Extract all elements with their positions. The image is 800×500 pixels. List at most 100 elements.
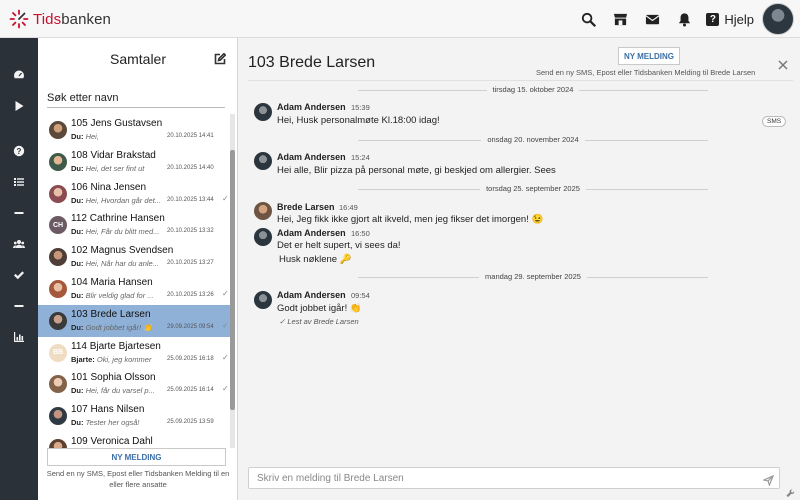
snippet-text: Hei, får du varsel p... [85, 386, 155, 396]
conversation-item[interactable]: 106 Nina Jensen Du: Hei, Hvordan går det.… [38, 178, 230, 210]
avatar: CH [49, 216, 67, 235]
conversation-name: 105 Jens Gustavsen [71, 118, 163, 129]
close-icon[interactable] [778, 57, 788, 70]
avatar [254, 291, 272, 309]
conversation-item[interactable]: 108 Vidar Brakstad Du: Hei, det ser fint … [38, 146, 230, 178]
edit-icon[interactable] [214, 52, 227, 65]
conversation-snippet: Du: Hei, Når har du anle... [71, 259, 161, 268]
snippet-sender: Du: [71, 259, 84, 269]
snippet-sender: Du: [71, 386, 84, 396]
conversation-snippet: Du: Tester her også! [71, 418, 161, 427]
logo-text-part-2: banken [61, 10, 111, 28]
search-icon[interactable] [572, 3, 604, 35]
date-separator: mandag 29. september 2025 [358, 272, 708, 282]
avatar [254, 103, 272, 121]
tidsbanken-logo[interactable]: Tidsbanken [9, 9, 111, 29]
conversation-item[interactable]: 103 Brede Larsen Du: Godt jobbet igår! 👏 2… [38, 304, 230, 337]
snippet-sender: Du: [71, 322, 84, 332]
conversation-date: 25.09.2025 13:59 [167, 419, 214, 426]
conversation-name: 108 Vidar Brakstad [71, 149, 156, 161]
read-check-icon: ✓ [222, 320, 229, 330]
message-composer [248, 467, 780, 489]
conversation-item[interactable]: 102 Magnus Svendsen Du: Hei, Når har du a… [38, 241, 230, 273]
snippet-sender: Du: [71, 227, 84, 237]
date-label: mandag 29. september 2025 [479, 272, 587, 281]
check-icon[interactable] [0, 263, 38, 287]
conversation-item[interactable]: BB 114 Bjarte Bjartesen Bjarte: Oki, jeg k… [38, 337, 230, 369]
avatar [49, 407, 67, 426]
message-text: Hei alle, Blir pizza på personal møte, g… [277, 165, 556, 176]
conversation-item[interactable]: 101 Sophia Olsson Du: Hei, får du varsel … [38, 368, 230, 400]
search-input[interactable] [47, 88, 225, 108]
help-label: Hjelp [724, 11, 754, 27]
conversation-item[interactable]: 107 Hans Nilsen Du: Tester her også! 25.09… [38, 400, 230, 432]
avatar [49, 311, 67, 330]
new-message-hint: Send en ny SMS, Epost eller Tidsbanken M… [46, 469, 230, 489]
minus-icon-2[interactable] [0, 294, 38, 318]
avatar [254, 152, 272, 170]
conversation-date: 20.10.2025 14:40 [167, 164, 214, 171]
conversations-panel: Samtaler 105 Jens Gustavsen Du: Hei, 20.10… [38, 38, 238, 500]
conversation-snippet: Du: Hei, får du varsel p... [71, 386, 161, 395]
snippet-text: Hei, Når har du anle... [85, 259, 159, 269]
message-text: Hei, Husk personalmøte Kl.18:00 idag! [277, 115, 440, 126]
minus-icon[interactable] [0, 201, 38, 225]
conversation-item[interactable]: 105 Jens Gustavsen Du: Hei, 20.10.2025 14:… [38, 114, 230, 146]
question-icon[interactable]: ? [0, 139, 38, 163]
conversation-snippet: Du: Hei, [71, 132, 161, 141]
logo-text-part-1: Tids [33, 10, 62, 28]
chat-panel: 103 Brede Larsen NY MELDING Send en ny S… [238, 38, 800, 500]
message-time: 09:54 [351, 291, 370, 300]
list-icon[interactable] [0, 170, 38, 194]
help-icon: ? [706, 12, 720, 26]
conversation-item[interactable]: 109 Veronica Dahl [38, 432, 230, 448]
message-input[interactable] [257, 471, 737, 485]
message-author: Adam Andersen [277, 228, 346, 238]
conversation-name: 101 Sophia Olsson [71, 372, 156, 384]
message-time: 15:39 [351, 103, 370, 112]
new-message-button[interactable]: NY MELDING [47, 448, 226, 466]
avatar [254, 202, 272, 220]
scrollbar[interactable] [230, 114, 235, 448]
bar-chart-icon[interactable] [0, 325, 38, 349]
snippet-sender: Du: [71, 132, 84, 141]
conversation-snippet: Du: Godt jobbet igår! 👏 [71, 323, 161, 332]
conversation-name: 102 Magnus Svendsen [71, 245, 174, 257]
play-icon[interactable] [0, 94, 38, 118]
sms-badge: SMS [762, 116, 787, 127]
bell-icon[interactable] [668, 3, 700, 35]
avatar [49, 121, 67, 139]
mail-icon[interactable] [636, 3, 668, 35]
wrench-icon[interactable] [786, 485, 795, 498]
message-text: Det er helt supert, vi sees da! [277, 240, 401, 251]
snippet-text: Hei, Hvordan går det... [85, 195, 161, 205]
scrollbar-thumb[interactable] [230, 150, 235, 410]
conversation-name: 114 Bjarte Bjartesen [71, 340, 161, 352]
snippet-sender: Du: [71, 418, 84, 428]
send-icon[interactable] [762, 473, 775, 487]
message-author: Adam Andersen [277, 102, 346, 112]
dashboard-icon[interactable] [0, 63, 38, 87]
read-receipt: ✓ Lest av Brede Larsen [279, 317, 359, 326]
user-avatar[interactable] [762, 3, 794, 35]
help-button[interactable]: ? Hjelp [706, 12, 754, 27]
conversation-item[interactable]: CH 112 Cathrine Hansen Du: Hei, Får du bli… [38, 209, 230, 241]
message-time: 16:49 [339, 203, 358, 212]
conversations-title: Samtaler [109, 51, 167, 67]
chat-title: 103 Brede Larsen [248, 54, 376, 71]
chat-new-message-button[interactable]: NY MELDING [618, 47, 680, 65]
store-icon[interactable] [604, 3, 636, 35]
header-divider [248, 80, 793, 81]
snippet-text: Tester her også! [85, 418, 140, 428]
conversation-date: 20.10.2025 13:32 [167, 228, 214, 235]
conversation-item[interactable]: 104 Maria Hansen Du: Blir veldig glad for… [38, 273, 230, 305]
conversation-date: 20.10.2025 13:27 [167, 260, 214, 267]
message-time: 16:50 [351, 229, 370, 238]
date-separator: onsdag 20. november 2024 [358, 135, 708, 145]
users-icon[interactable] [0, 232, 38, 256]
conversation-date: 20.10.2025 14:41 [167, 133, 214, 139]
message-text: Hei, Jeg fikk ikke gjort alt ikveld, men… [277, 214, 544, 225]
snippet-text: Oki, jeg kommer [96, 354, 152, 364]
conversation-name: 109 Veronica Dahl [71, 435, 153, 447]
snippet-text: Godt jobbet igår! 👏 [85, 322, 153, 332]
